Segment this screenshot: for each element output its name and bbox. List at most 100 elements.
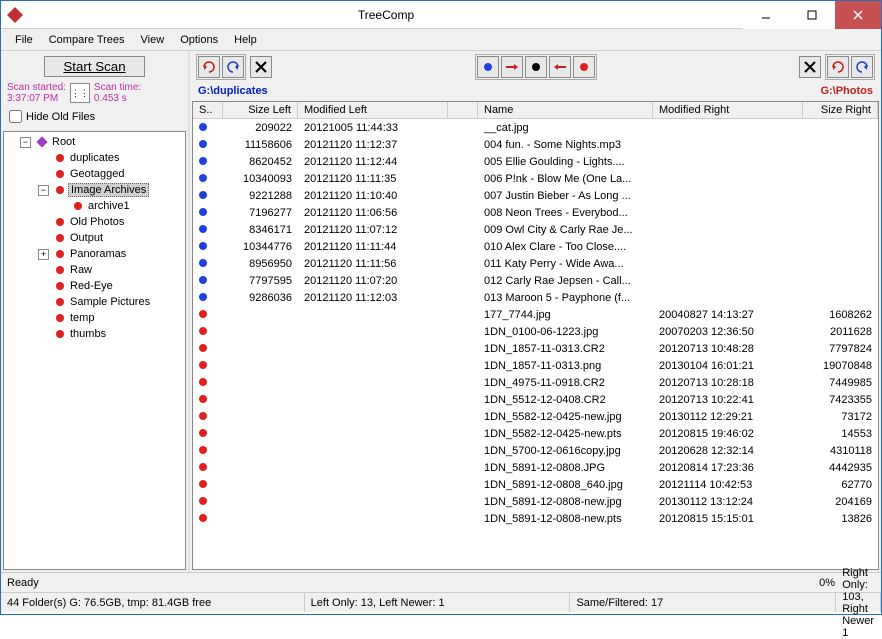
cell-name: 177_7744.jpg [478,309,653,321]
tree-item[interactable]: temp [6,310,183,326]
toolbar-delete-right-icon[interactable] [799,56,821,78]
scan-options-icon[interactable]: ⋮⋮ [70,83,90,103]
file-row[interactable]: 834617120121120 11:07:12009 Owl City & C… [193,221,878,238]
col-size-left[interactable]: Size Left [223,102,298,118]
col-gap [448,102,478,118]
file-row[interactable]: 1DN_1857-11-0313.png20130104 16:01:21190… [193,357,878,374]
file-row[interactable]: 20902220121005 11:44:33__cat.jpg [193,119,878,136]
tree-item[interactable]: − Image Archives [6,182,183,198]
toolbar-delete-icon[interactable] [250,56,272,78]
col-modified-left[interactable]: Modified Left [298,102,448,118]
file-row[interactable]: 1DN_5891-12-0808.JPG20120814 17:23:36444… [193,459,878,476]
list-header: S.. Size Left Modified Left Name Modifie… [193,102,878,119]
file-row[interactable]: 1DN_5891-12-0808_640.jpg20121114 10:42:5… [193,476,878,493]
dot-icon [56,250,64,258]
tree-item-label[interactable]: Sample Pictures [68,296,152,308]
tree-item-label[interactable]: Output [68,232,105,244]
tree-item[interactable]: archive1 [6,198,183,214]
tree-expand-root[interactable]: − [20,137,31,148]
hide-old-files-checkbox[interactable] [9,110,22,123]
toolbar-refresh-right-icon[interactable] [222,56,244,78]
menu-file[interactable]: File [7,31,41,49]
toolbar-refresh-right2-icon[interactable] [851,56,873,78]
tree-item-label[interactable]: Panoramas [68,248,128,260]
tree-item[interactable]: Geotagged [6,166,183,182]
cell-size-right: 2011628 [803,326,878,338]
file-row[interactable]: 1DN_5582-12-0425-new.pts20120815 19:46:0… [193,425,878,442]
tree-item[interactable]: Sample Pictures [6,294,183,310]
cell-name: 008 Neon Trees - Everybod... [478,207,653,219]
toolbar-refresh-left-icon[interactable] [198,56,220,78]
tree-item-label[interactable]: thumbs [68,328,108,340]
file-row[interactable]: 779759520121120 11:07:20012 Carly Rae Je… [193,272,878,289]
menu-help[interactable]: Help [226,31,265,49]
tree-item-label[interactable]: Red-Eye [68,280,115,292]
col-size-right[interactable]: Size Right [803,102,878,118]
start-scan-button[interactable]: Start Scan [44,56,144,77]
file-row[interactable]: 1DN_1857-11-0313.CR220120713 10:48:28779… [193,340,878,357]
cell-mod-left: 20121120 11:12:44 [298,156,448,168]
tree-item-label[interactable]: Raw [68,264,94,276]
menu-compare-trees[interactable]: Compare Trees [41,31,133,49]
status-bar-1: Ready 0% [1,572,881,592]
toolbar-black-dot-icon[interactable] [525,56,547,78]
toolbar-blue-dot-icon[interactable] [477,56,499,78]
file-row[interactable]: 928603620121120 11:12:03013 Maroon 5 - P… [193,289,878,306]
cell-size-right: 4310118 [803,445,878,457]
cell-mod-right: 20120713 10:48:28 [653,343,803,355]
tree-item-label[interactable]: archive1 [86,200,132,212]
folder-tree[interactable]: − Root duplicates Geotagged − Image Archive… [3,131,186,570]
minimize-button[interactable] [743,1,789,29]
maximize-button[interactable] [789,1,835,29]
tree-item-label[interactable]: Image Archives [68,183,149,197]
window-title: TreeComp [29,8,743,22]
file-row[interactable]: 177_7744.jpg20040827 14:13:271608262 [193,306,878,323]
tree-root-label[interactable]: Root [50,136,77,148]
file-row[interactable]: 1DN_5891-12-0808-new.pts20120815 15:15:0… [193,510,878,527]
col-name[interactable]: Name [478,102,653,118]
file-row[interactable]: 719627720121120 11:06:56008 Neon Trees -… [193,204,878,221]
tree-item[interactable]: duplicates [6,150,183,166]
file-row[interactable]: 1DN_4975-11-0918.CR220120713 10:28:18744… [193,374,878,391]
file-row[interactable]: 1DN_5512-12-0408.CR220120713 10:22:41742… [193,391,878,408]
tree-item-label[interactable]: duplicates [68,152,122,164]
tree-item[interactable]: + Panoramas [6,246,183,262]
file-row[interactable]: 1034009320121120 11:11:35006 P!nk - Blow… [193,170,878,187]
tree-item[interactable]: thumbs [6,326,183,342]
menu-options[interactable]: Options [172,31,226,49]
file-row[interactable]: 1115860620121120 11:12:37004 fun. - Some… [193,136,878,153]
file-row[interactable]: 1DN_5582-12-0425-new.jpg20130112 12:29:2… [193,408,878,425]
cell-size-right: 7423355 [803,394,878,406]
app-icon [7,7,23,23]
toolbar-refresh-left2-icon[interactable] [827,56,849,78]
col-modified-right[interactable]: Modified Right [653,102,803,118]
file-row[interactable]: 1DN_0100-06-1223.jpg20070203 12:36:50201… [193,323,878,340]
file-row[interactable]: 922128820121120 11:10:40007 Justin Biebe… [193,187,878,204]
file-list[interactable]: S.. Size Left Modified Left Name Modifie… [192,101,879,570]
tree-expand-icon[interactable]: + [38,249,49,260]
tree-item[interactable]: Old Photos [6,214,183,230]
toolbar-copy-left-icon[interactable] [549,56,571,78]
close-button[interactable] [835,1,881,29]
tree-item[interactable]: Red-Eye [6,278,183,294]
file-row[interactable]: 895695020121120 11:11:56011 Katy Perry -… [193,255,878,272]
tree-item-label[interactable]: temp [68,312,96,324]
file-row[interactable]: 1DN_5700-12-0616copy.jpg20120628 12:32:1… [193,442,878,459]
status-dot-icon [199,310,207,318]
cell-size-right: 73172 [803,411,878,423]
tree-item-label[interactable]: Old Photos [68,216,126,228]
tree-item[interactable]: Raw [6,262,183,278]
status-folders: 44 Folder(s) G: 76.5GB, tmp: 81.4GB free [1,593,305,612]
col-status[interactable]: S.. [193,102,223,118]
status-dot-icon [199,497,207,505]
toolbar-red-dot-icon[interactable] [573,56,595,78]
file-row[interactable]: 1DN_5891-12-0808-new.jpg20130112 13:12:2… [193,493,878,510]
menu-view[interactable]: View [133,31,173,49]
cell-name: 005 Ellie Goulding - Lights.... [478,156,653,168]
file-row[interactable]: 1034477620121120 11:11:44010 Alex Clare … [193,238,878,255]
tree-item[interactable]: Output [6,230,183,246]
file-row[interactable]: 862045220121120 11:12:44005 Ellie Gouldi… [193,153,878,170]
tree-item-label[interactable]: Geotagged [68,168,126,180]
toolbar-copy-right-icon[interactable] [501,56,523,78]
tree-expand-icon[interactable]: − [38,185,49,196]
